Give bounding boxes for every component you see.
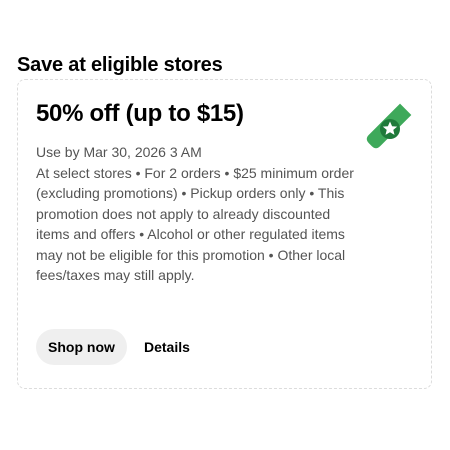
shop-now-button[interactable]: Shop now — [36, 329, 127, 365]
offer-title: 50% off (up to $15) — [36, 100, 244, 127]
details-link[interactable]: Details — [144, 329, 190, 365]
section-title: Save at eligible stores — [17, 54, 223, 76]
offer-terms: At select stores • For 2 orders • $25 mi… — [36, 165, 354, 284]
promo-tag-icon — [359, 98, 417, 156]
promo-card: 50% off (up to $15) Use by Mar 30, 2026 … — [17, 79, 432, 389]
offer-expiry: Use by Mar 30, 2026 3 AM — [36, 144, 202, 160]
